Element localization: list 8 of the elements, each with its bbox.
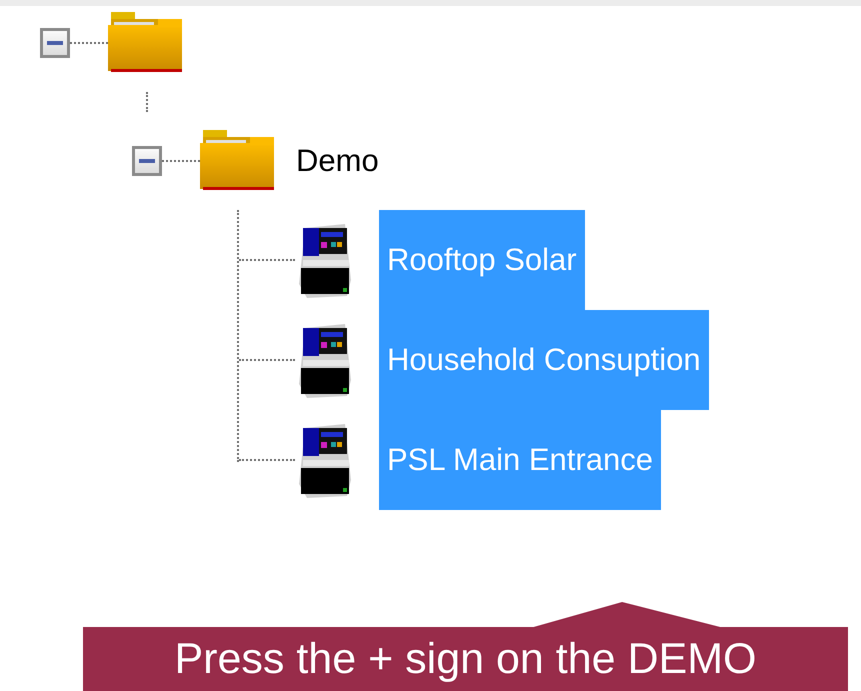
minus-icon [139, 159, 155, 163]
device-tree-item[interactable]: Rooftop Solar [379, 210, 585, 310]
minus-icon [47, 41, 63, 45]
collapse-toggle[interactable] [132, 146, 162, 176]
device-tree-item[interactable]: PSL Main Entrance [379, 410, 661, 510]
folder-label[interactable]: Demo [296, 138, 379, 184]
device-tree-item[interactable]: Household Consuption [379, 310, 709, 410]
collapse-toggle[interactable] [40, 28, 70, 58]
